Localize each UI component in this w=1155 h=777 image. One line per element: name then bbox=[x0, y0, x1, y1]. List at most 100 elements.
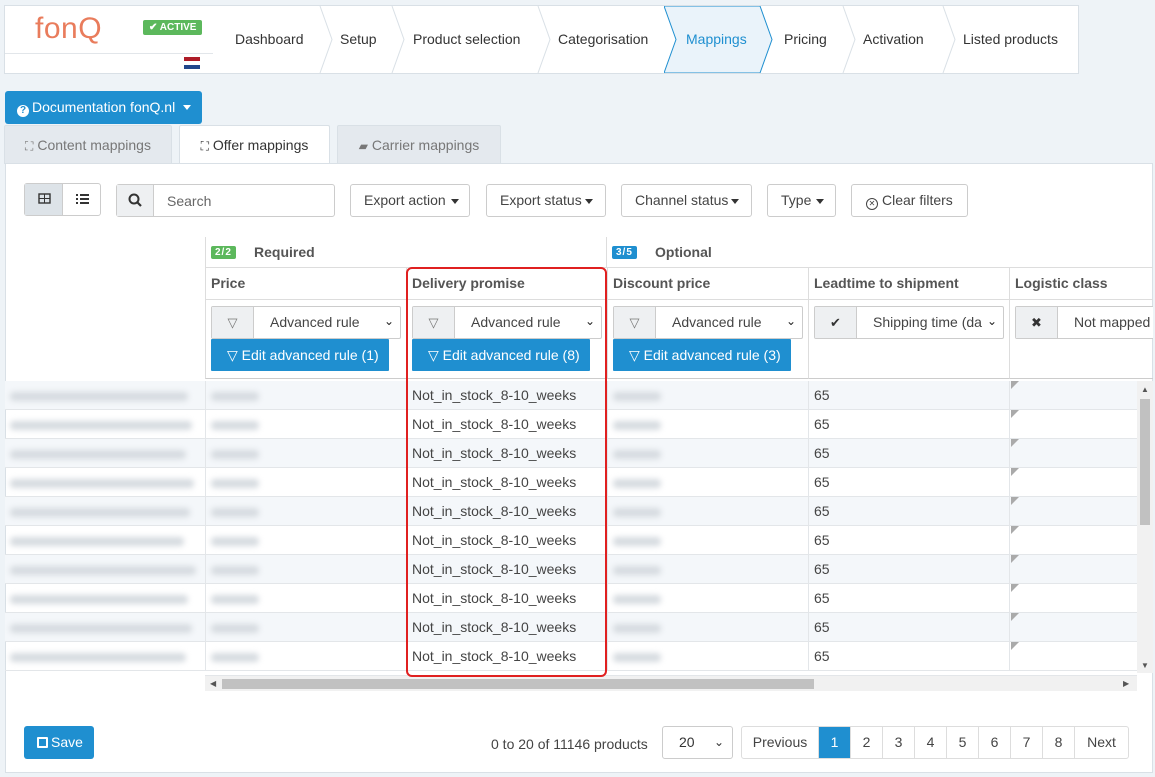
leadtime-cell: 65 bbox=[808, 613, 1009, 642]
logistic-class-cell bbox=[1009, 497, 1137, 526]
scroll-thumb[interactable] bbox=[222, 679, 814, 689]
view-toggle bbox=[24, 183, 101, 216]
page-button-3[interactable]: 3 bbox=[882, 727, 914, 758]
step-categorisation[interactable]: Categorisation bbox=[558, 6, 648, 73]
previous-page-button[interactable]: Previous bbox=[742, 727, 818, 758]
column-title: Logistic class bbox=[1015, 275, 1108, 291]
save-button[interactable]: Save bbox=[24, 726, 94, 759]
leadtime-cell: 65 bbox=[808, 410, 1009, 439]
button-label: Edit advanced rule (1) bbox=[241, 347, 379, 363]
leadtime-cell: 65 bbox=[808, 584, 1009, 613]
edit-advanced-rule-button[interactable]: ▽ Edit advanced rule (1) bbox=[211, 339, 389, 371]
page-button-2[interactable]: 2 bbox=[850, 727, 882, 758]
filter-label: Type bbox=[781, 192, 812, 208]
discount-price-cell bbox=[607, 584, 808, 613]
step-product-selection[interactable]: Product selection bbox=[413, 6, 520, 73]
search-input[interactable] bbox=[155, 185, 333, 216]
floppy-disk-icon bbox=[37, 737, 48, 748]
channel-status-filter[interactable]: Channel status bbox=[621, 184, 752, 217]
column-leadtime: Leadtime to shipment ✔ Shipping time (da… bbox=[808, 268, 1009, 379]
netherlands-flag-icon[interactable] bbox=[184, 57, 200, 69]
highlight-annotation bbox=[406, 267, 607, 677]
price-cell bbox=[205, 584, 406, 613]
logistic-class-mapping-select[interactable]: ✖ Not mapped bbox=[1015, 306, 1153, 339]
leadtime-cell: 65 bbox=[808, 381, 1009, 410]
export-action-filter[interactable]: Export action bbox=[350, 184, 470, 217]
chevron-down-icon: ⌄ bbox=[383, 314, 394, 328]
step-activation[interactable]: Activation bbox=[863, 6, 924, 73]
wizard-steps: Dashboard Setup Product selection Catego… bbox=[213, 5, 1079, 74]
scroll-down-icon[interactable]: ▼ bbox=[1141, 661, 1149, 670]
search-button[interactable] bbox=[117, 185, 154, 216]
price-mapping-select[interactable]: ▽ Advanced rule ⌄ bbox=[211, 306, 401, 339]
page-button-5[interactable]: 5 bbox=[946, 727, 978, 758]
divider bbox=[206, 299, 406, 300]
truck-icon: ▰ bbox=[358, 139, 368, 153]
export-status-filter[interactable]: Export status bbox=[486, 184, 606, 217]
question-circle-icon: ? bbox=[17, 105, 29, 117]
leadtime-mapping-select[interactable]: ✔ Shipping time (da ⌄ bbox=[814, 306, 1004, 339]
product-cell bbox=[5, 439, 205, 468]
page-button-6[interactable]: 6 bbox=[978, 727, 1010, 758]
price-cell bbox=[205, 555, 406, 584]
filter-icon: ▽ bbox=[629, 347, 640, 363]
step-listed-products[interactable]: Listed products bbox=[963, 6, 1058, 73]
map-icon: ⛶ bbox=[25, 139, 34, 153]
tab-carrier-mappings[interactable]: ▰ Carrier mappings bbox=[337, 125, 501, 164]
step-mappings[interactable]: Mappings bbox=[686, 6, 747, 73]
optional-group-title: Optional bbox=[655, 244, 712, 260]
logistic-class-cell bbox=[1009, 439, 1137, 468]
button-label: Edit advanced rule (3) bbox=[643, 347, 781, 363]
discount-price-cell bbox=[607, 642, 808, 671]
grid-view-button[interactable] bbox=[25, 184, 63, 215]
cell-indicator-icon bbox=[1011, 613, 1019, 621]
page-button-7[interactable]: 7 bbox=[1010, 727, 1042, 758]
page-button-1[interactable]: 1 bbox=[818, 727, 850, 758]
list-view-button[interactable] bbox=[63, 184, 100, 215]
check-icon: ✔ bbox=[815, 307, 857, 338]
product-cell bbox=[5, 381, 205, 410]
product-cell bbox=[5, 555, 205, 584]
tab-label: Offer mappings bbox=[212, 137, 309, 153]
results-count: 0 to 20 of 11146 products bbox=[491, 736, 648, 752]
tab-offer-mappings[interactable]: ⛶ Offer mappings bbox=[179, 125, 330, 165]
leadtime-cell: 65 bbox=[808, 555, 1009, 584]
price-cell bbox=[205, 526, 406, 555]
cell-indicator-icon bbox=[1011, 468, 1019, 476]
step-setup[interactable]: Setup bbox=[340, 6, 377, 73]
clear-filters-button[interactable]: ✕ Clear filters bbox=[851, 184, 968, 217]
per-page-select[interactable]: 20 ⌄ bbox=[662, 726, 733, 759]
leadtime-cell: 65 bbox=[808, 526, 1009, 555]
filter-label: Channel status bbox=[635, 192, 729, 208]
product-cell bbox=[5, 613, 205, 642]
documentation-button[interactable]: ? Documentation fonQ.nl bbox=[5, 91, 202, 124]
per-page-value: 20 bbox=[679, 734, 695, 750]
discount-price-cell bbox=[607, 381, 808, 410]
required-count-badge: 2/2 bbox=[211, 246, 236, 259]
page-button-8[interactable]: 8 bbox=[1042, 727, 1074, 758]
caret-down-icon bbox=[731, 199, 739, 204]
status-badge: ✔ ACTIVE bbox=[143, 20, 203, 35]
scroll-right-icon[interactable]: ▶ bbox=[1123, 679, 1129, 688]
logistic-class-cell bbox=[1009, 555, 1137, 584]
chevron-down-icon: ⌄ bbox=[785, 314, 796, 328]
map-icon: ⛶ bbox=[200, 139, 210, 153]
tab-content-mappings[interactable]: ⛶ Content mappings bbox=[4, 125, 172, 164]
chevron-down-icon: ⌄ bbox=[713, 735, 724, 749]
type-filter[interactable]: Type bbox=[767, 184, 836, 217]
scroll-up-icon[interactable]: ▲ bbox=[1141, 385, 1149, 394]
discount-price-mapping-select[interactable]: ▽ Advanced rule ⌄ bbox=[613, 306, 803, 339]
step-pricing[interactable]: Pricing bbox=[784, 6, 827, 73]
caret-down-icon bbox=[816, 199, 824, 204]
page-button-4[interactable]: 4 bbox=[914, 727, 946, 758]
next-page-button[interactable]: Next bbox=[1074, 727, 1128, 758]
scroll-thumb[interactable] bbox=[1140, 399, 1150, 525]
horizontal-scrollbar[interactable]: ◀ ▶ bbox=[205, 675, 1137, 691]
vertical-scrollbar[interactable]: ▲ ▼ bbox=[1137, 381, 1153, 673]
search-box bbox=[116, 184, 335, 217]
price-cell bbox=[205, 497, 406, 526]
step-dashboard[interactable]: Dashboard bbox=[235, 6, 304, 73]
grid-icon bbox=[38, 193, 51, 204]
scroll-left-icon[interactable]: ◀ bbox=[210, 679, 216, 688]
edit-advanced-rule-button[interactable]: ▽ Edit advanced rule (3) bbox=[613, 339, 791, 371]
